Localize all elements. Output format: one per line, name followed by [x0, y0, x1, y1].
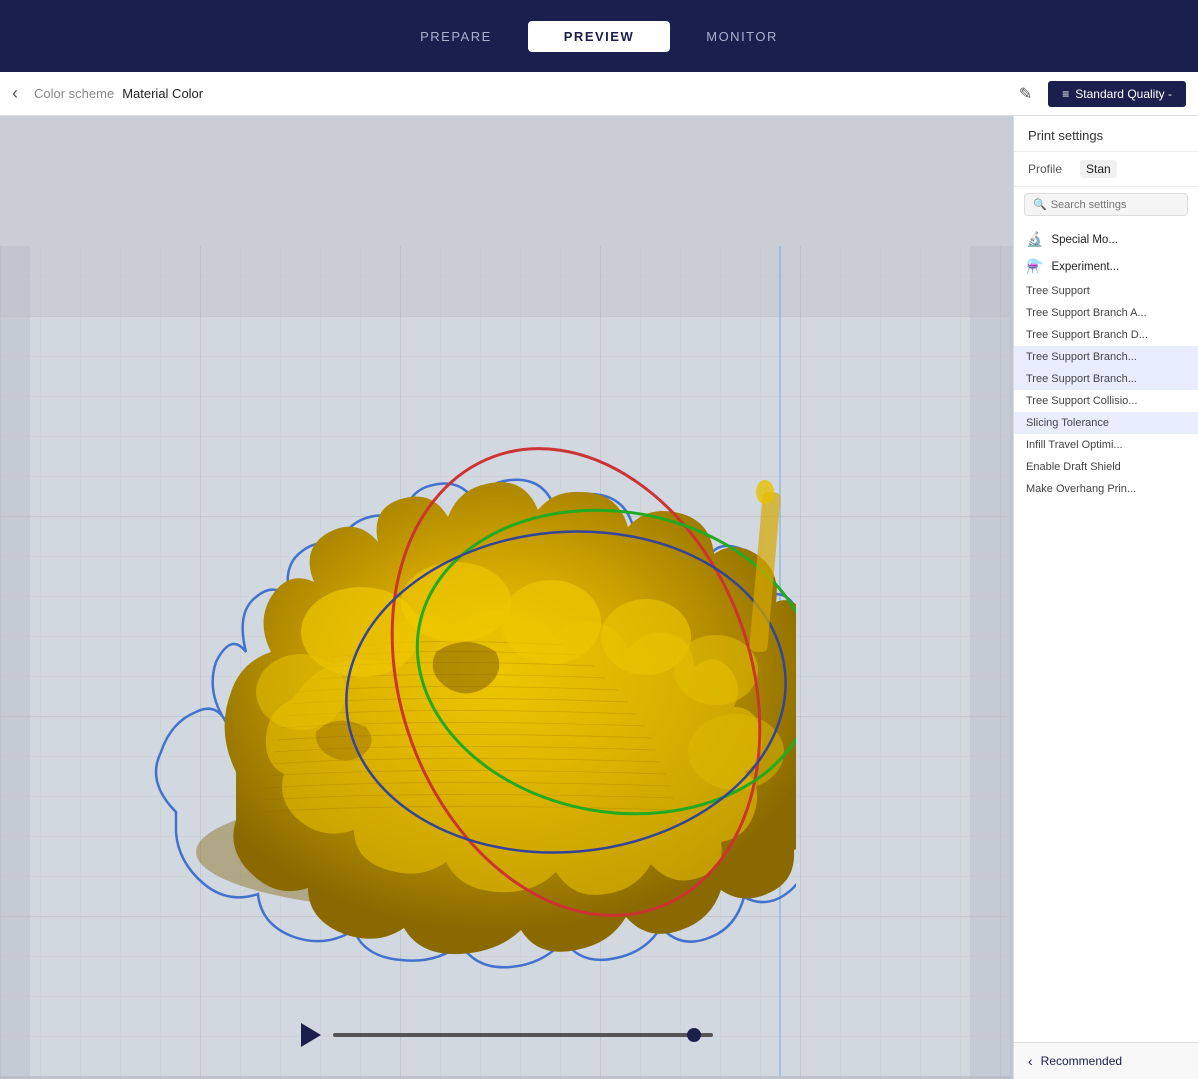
back-button[interactable]: ‹ — [12, 83, 18, 104]
main-content: Print settings Profile Stan 🔍 🔬 Special … — [0, 116, 1198, 1079]
special-mode-label: Special Mo... — [1051, 234, 1117, 246]
subbar: ‹ Color scheme Material Color ✎ ≡ Standa… — [0, 72, 1198, 116]
search-icon: 🔍 — [1033, 198, 1047, 211]
color-scheme-label: Color scheme — [34, 86, 114, 101]
right-panel: Print settings Profile Stan 🔍 🔬 Special … — [1013, 116, 1198, 1079]
print-settings-label: Print settings — [1028, 128, 1103, 143]
layer-slider[interactable] — [333, 1033, 713, 1037]
play-button[interactable] — [301, 1023, 321, 1047]
top-navigation: PREPARE PREVIEW MONITOR — [0, 0, 1198, 72]
edit-icon[interactable]: ✎ — [1019, 84, 1032, 104]
setting-tree-support-branch-3[interactable]: Tree Support Branch... — [1014, 346, 1198, 368]
special-mode-icon: 🔬 — [1026, 231, 1043, 248]
setting-infill-travel[interactable]: Infill Travel Optimi... — [1014, 434, 1198, 456]
chevron-left-icon: ‹ — [1028, 1053, 1033, 1069]
print-settings-header: Print settings — [1014, 116, 1198, 152]
slider-thumb[interactable] — [687, 1028, 701, 1042]
setting-slicing-tolerance[interactable]: Slicing Tolerance — [1014, 412, 1198, 434]
profile-value: Stan — [1080, 160, 1117, 178]
search-box[interactable]: 🔍 — [1024, 193, 1188, 216]
quality-label: Standard Quality - — [1075, 87, 1172, 101]
quality-button[interactable]: ≡ Standard Quality - — [1048, 81, 1186, 107]
color-scheme-value: Material Color — [122, 86, 203, 101]
3d-viewport[interactable] — [0, 116, 1013, 1079]
experimental-icon: ⚗️ — [1026, 258, 1043, 275]
3d-model — [116, 292, 796, 972]
profile-label: Profile — [1028, 162, 1072, 176]
special-mode-row[interactable]: 🔬 Special Mo... — [1014, 226, 1198, 253]
settings-list: 🔬 Special Mo... ⚗️ Experiment... Tree Su… — [1014, 222, 1198, 1042]
setting-make-overhang[interactable]: Make Overhang Prin... — [1014, 478, 1198, 500]
profile-row: Profile Stan — [1014, 152, 1198, 187]
recommended-label: Recommended — [1041, 1054, 1122, 1068]
setting-tree-support-branch-d[interactable]: Tree Support Branch D... — [1014, 324, 1198, 346]
prepare-tab[interactable]: PREPARE — [384, 21, 528, 52]
monitor-tab[interactable]: MONITOR — [670, 21, 814, 52]
playback-bar — [301, 1023, 713, 1047]
setting-enable-draft-shield[interactable]: Enable Draft Shield — [1014, 456, 1198, 478]
recommended-button[interactable]: ‹ Recommended — [1014, 1042, 1198, 1079]
search-input[interactable] — [1051, 199, 1179, 211]
setting-tree-support[interactable]: Tree Support — [1014, 280, 1198, 302]
experimental-row[interactable]: ⚗️ Experiment... — [1014, 253, 1198, 280]
preview-tab[interactable]: PREVIEW — [528, 21, 670, 52]
quality-icon: ≡ — [1062, 87, 1069, 101]
setting-tree-support-collision[interactable]: Tree Support Collisio... — [1014, 390, 1198, 412]
setting-tree-support-branch-a[interactable]: Tree Support Branch A... — [1014, 302, 1198, 324]
setting-tree-support-branch-4[interactable]: Tree Support Branch... — [1014, 368, 1198, 390]
experimental-label: Experiment... — [1051, 261, 1119, 273]
